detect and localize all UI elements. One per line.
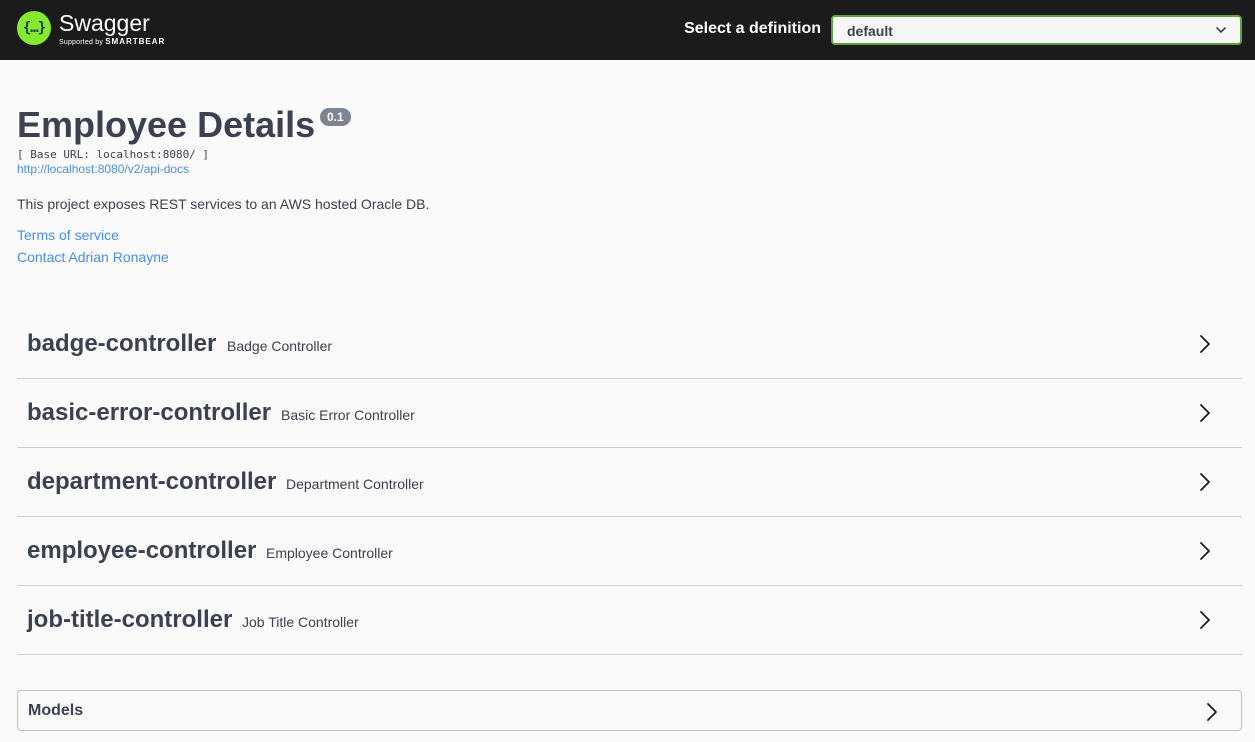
version-badge: 0.1	[320, 108, 351, 126]
models-title: Models	[28, 702, 84, 719]
chevron-right-icon	[1200, 404, 1210, 422]
definition-select[interactable]: default	[831, 15, 1242, 45]
swagger-logo[interactable]: {…} Swagger Supported by SMARTBEAR	[17, 11, 165, 46]
tag-basic-error-controller[interactable]: basic-error-controller Basic Error Contr…	[17, 379, 1242, 448]
terms-of-service-link[interactable]: Terms of service	[17, 227, 119, 243]
api-description: This project exposes REST services to an…	[17, 196, 430, 212]
logo-sub-brand: SMARTBEAR	[105, 37, 166, 46]
tag-name: job-title-controller	[27, 606, 233, 633]
logo-text: Swagger Supported by SMARTBEAR	[59, 11, 165, 46]
definition-select-value: default	[847, 23, 893, 39]
models-section[interactable]: Models	[17, 690, 1242, 731]
tag-name: employee-controller	[27, 537, 257, 564]
page-title: Employee Details	[17, 104, 316, 145]
tag-description: Department Controller	[286, 476, 424, 492]
chevron-down-icon	[1216, 27, 1226, 33]
chevron-right-icon	[1200, 335, 1210, 353]
chevron-right-icon	[1207, 703, 1217, 721]
chevron-right-icon	[1200, 473, 1210, 491]
tag-job-title-controller[interactable]: job-title-controller Job Title Controlle…	[17, 586, 1242, 655]
tag-name: department-controller	[27, 468, 277, 495]
tag-name: basic-error-controller	[27, 399, 272, 426]
tag-description: Basic Error Controller	[281, 407, 415, 423]
tag-description: Employee Controller	[266, 545, 393, 561]
api-docs-link[interactable]: http://localhost:8080/v2/api-docs	[17, 162, 189, 176]
contact-link[interactable]: Contact Adrian Ronayne	[17, 249, 169, 265]
controller-list: badge-controller Badge Controller basic-…	[17, 310, 1242, 655]
tag-badge-controller[interactable]: badge-controller Badge Controller	[17, 310, 1242, 379]
swagger-logo-icon: {…}	[17, 11, 51, 45]
chevron-right-icon	[1200, 611, 1210, 629]
chevron-right-icon	[1200, 542, 1210, 560]
select-definition-label: Select a definition	[684, 20, 821, 37]
tag-name: badge-controller	[27, 330, 217, 357]
tag-employee-controller[interactable]: employee-controller Employee Controller	[17, 517, 1242, 586]
logo-sub-prefix: Supported by	[59, 39, 104, 46]
tag-description: Badge Controller	[227, 338, 333, 354]
tag-department-controller[interactable]: department-controller Department Control…	[17, 448, 1242, 517]
logo-subtitle: Supported by SMARTBEAR	[59, 37, 165, 46]
logo-name: Swagger	[59, 10, 150, 36]
base-url: [ Base URL: localhost:8080/ ]	[17, 148, 210, 161]
tag-description: Job Title Controller	[242, 614, 359, 630]
topbar: {…} Swagger Supported by SMARTBEAR Selec…	[0, 0, 1255, 60]
